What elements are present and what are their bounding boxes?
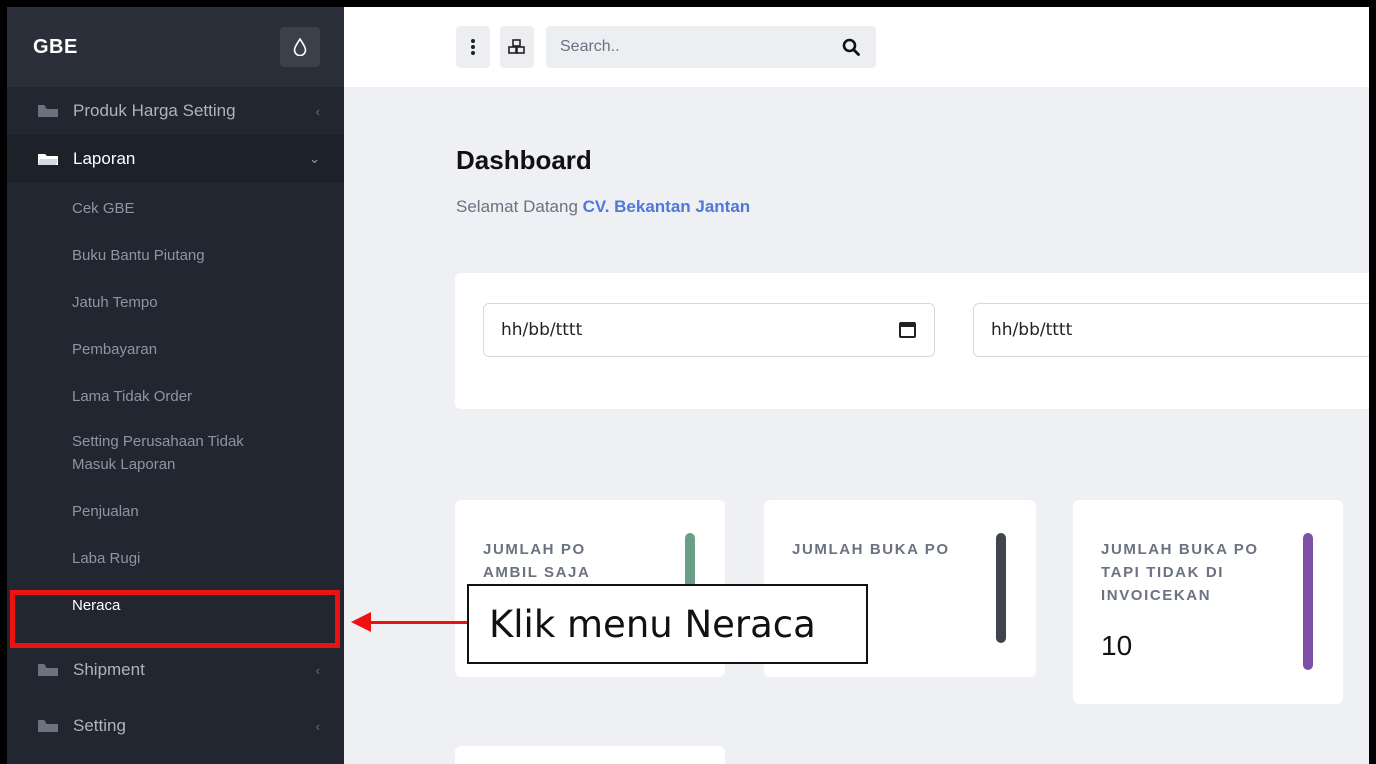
folder-icon (38, 664, 58, 676)
stat-color-bar (1303, 533, 1313, 670)
sidebar-item-label: Laporan (73, 149, 136, 168)
stat-card-partial (455, 746, 725, 764)
search-input[interactable] (560, 38, 840, 56)
stat-card-buka-po-tidak-invoice: JUMLAH BUKA PO TAPI TIDAK DI INVOICEKAN … (1073, 500, 1343, 704)
company-name: CV. Bekantan Jantan (582, 197, 751, 216)
submenu-buku-bantu-piutang[interactable]: Buku Bantu Piutang (7, 232, 344, 279)
water-drop-icon (293, 38, 307, 56)
neraca-highlight-box (10, 590, 340, 648)
folder-open-icon (38, 154, 58, 165)
stat-value: 10 (1101, 630, 1133, 661)
chevron-left-icon: ‹ (315, 662, 320, 678)
chevron-left-icon: ‹ (315, 718, 320, 734)
sidebar-item-setting[interactable]: Setting ‹ (7, 702, 344, 750)
submenu-cek-gbe[interactable]: Cek GBE (7, 185, 344, 232)
sidebar: GBE Produk Harga Setting ‹ Laporan ⌄ Cek… (7, 7, 344, 764)
laporan-submenu: Cek GBE Buku Bantu Piutang Jatuh Tempo P… (7, 183, 344, 629)
date-filter-card: hh/bb/tttt hh/bb/tttt (455, 273, 1369, 409)
annotation-arrow-line (369, 621, 468, 624)
stat-label: JUMLAH PO AMBIL SAJA (483, 541, 591, 581)
vertical-dots-icon (471, 39, 475, 55)
submenu-jatuh-tempo[interactable]: Jatuh Tempo (7, 279, 344, 326)
date-from-value: hh/bb/tttt (501, 320, 583, 340)
submenu-setting-perusahaan-tidak-masuk-laporan[interactable]: Setting Perusahaan Tidak Masuk Laporan (7, 420, 297, 488)
stat-label: JUMLAH BUKA PO (792, 541, 950, 558)
annotation-arrow-head (351, 612, 371, 632)
date-to-value: hh/bb/tttt (991, 320, 1073, 340)
sidebar-brand: GBE (7, 7, 344, 87)
chevron-left-icon: ‹ (315, 103, 320, 119)
app-window: GBE Produk Harga Setting ‹ Laporan ⌄ Cek… (7, 7, 1369, 764)
date-from-field[interactable]: hh/bb/tttt (483, 303, 935, 357)
sidebar-item-produk-harga-setting[interactable]: Produk Harga Setting ‹ (7, 87, 344, 135)
welcome-prefix: Selamat Datang (456, 197, 578, 216)
welcome-text: Selamat Datang CV. Bekantan Jantan (456, 197, 750, 217)
calendar-icon[interactable] (899, 322, 916, 338)
sidebar-item-laporan[interactable]: Laporan ⌄ (7, 135, 344, 183)
stat-label: JUMLAH BUKA PO TAPI TIDAK DI INVOICEKAN (1101, 541, 1259, 604)
stat-color-bar (996, 533, 1006, 643)
search-box (546, 26, 876, 68)
annotation-callout: Klik menu Neraca (467, 584, 868, 664)
sidebar-item-label: Setting (73, 716, 126, 735)
apps-button[interactable] (500, 26, 534, 68)
chevron-down-icon: ⌄ (309, 151, 320, 166)
sidebar-item-label: Produk Harga Setting (73, 101, 236, 120)
brand-title: GBE (33, 35, 78, 58)
page-title: Dashboard (456, 145, 592, 175)
more-options-button[interactable] (456, 26, 490, 68)
topbar (344, 7, 1369, 87)
submenu-penjualan[interactable]: Penjualan (7, 488, 344, 535)
submenu-laba-rugi[interactable]: Laba Rugi (7, 535, 344, 582)
date-to-field[interactable]: hh/bb/tttt (973, 303, 1369, 357)
theme-toggle-button[interactable] (280, 27, 320, 67)
search-icon[interactable] (840, 36, 862, 58)
submenu-pembayaran[interactable]: Pembayaran (7, 326, 344, 373)
submenu-lama-tidak-order[interactable]: Lama Tidak Order (7, 373, 344, 420)
folder-icon (38, 720, 58, 732)
cubes-icon (508, 39, 525, 54)
sidebar-item-shipment[interactable]: Shipment ‹ (7, 646, 344, 694)
folder-icon (38, 105, 58, 117)
sidebar-item-label: Shipment (73, 660, 145, 679)
